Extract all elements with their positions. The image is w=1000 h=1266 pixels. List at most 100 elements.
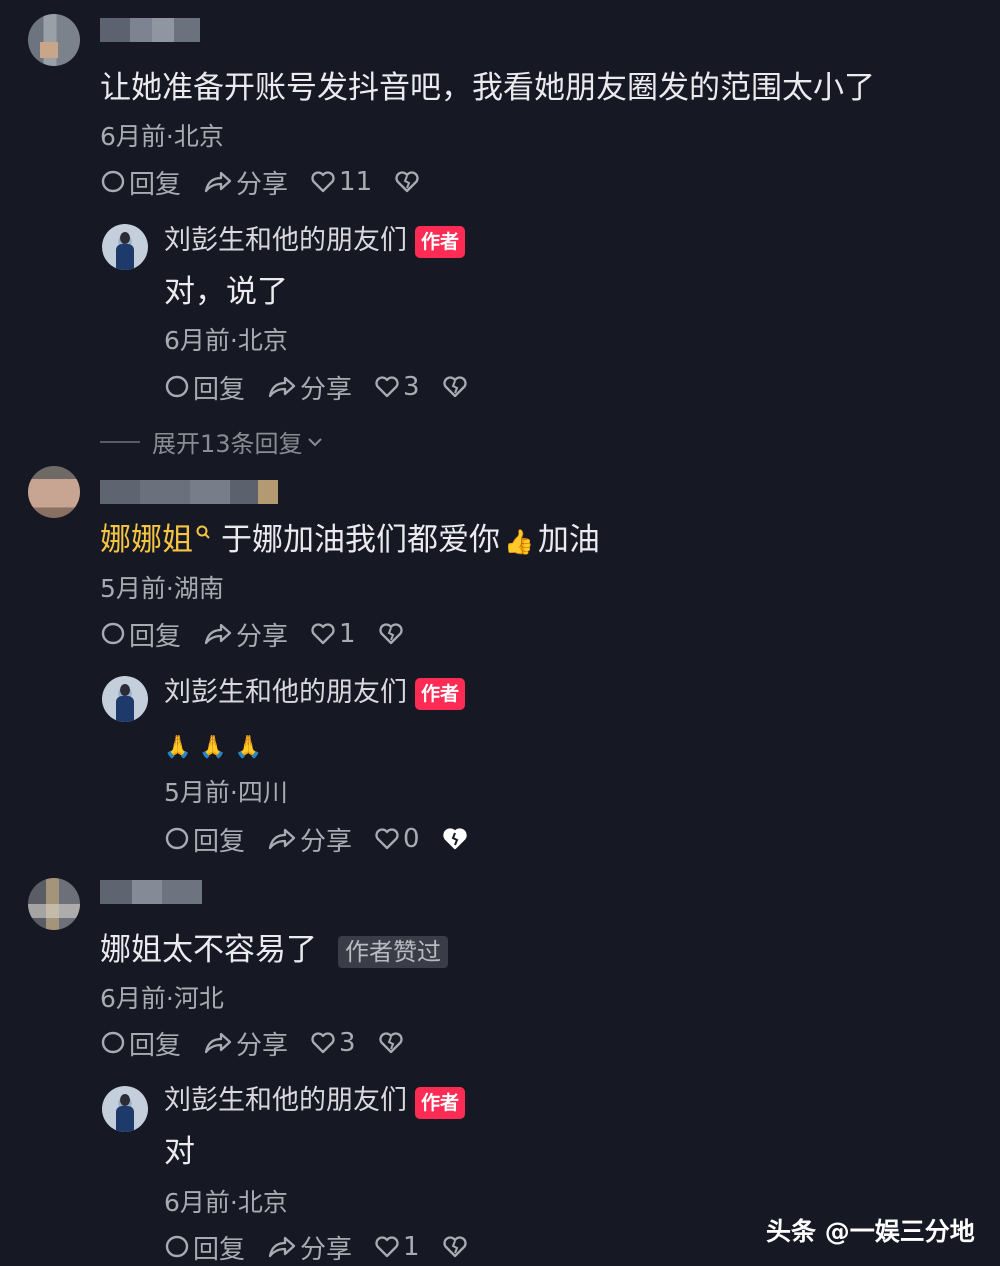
reply-author-name[interactable]: 刘彭生和他的朋友们 bbox=[164, 224, 407, 258]
broken-heart-icon bbox=[395, 171, 419, 193]
reply-label: 回复 bbox=[193, 374, 246, 405]
reply-button[interactable]: 回复 bbox=[100, 616, 181, 653]
reply-label: 回复 bbox=[129, 621, 182, 652]
share-button[interactable]: 分享 bbox=[267, 1229, 352, 1266]
comment-actions: 回复 分享 11 bbox=[100, 164, 445, 201]
reply-actions: 回复 分享 3 bbox=[164, 369, 493, 406]
author-badge: 作者 bbox=[415, 678, 466, 710]
expand-replies-button[interactable]: 展开13条回复 bbox=[100, 424, 324, 459]
heart-icon bbox=[375, 376, 399, 398]
share-label: 分享 bbox=[236, 621, 289, 652]
reply-meta: 6月前·北京 bbox=[164, 326, 288, 355]
heart-icon bbox=[375, 1236, 399, 1258]
heart-icon bbox=[311, 1032, 335, 1054]
like-count: 0 bbox=[403, 824, 420, 854]
comment-avatar[interactable] bbox=[28, 14, 80, 66]
share-icon bbox=[204, 623, 232, 645]
dislike-button[interactable] bbox=[442, 1235, 471, 1259]
comment-avatar[interactable] bbox=[28, 878, 80, 930]
reply-button[interactable]: 回复 bbox=[164, 821, 245, 858]
reply-button[interactable]: 回复 bbox=[100, 1025, 181, 1062]
comment-meta: 6月前·北京 bbox=[100, 122, 224, 151]
reply-icon bbox=[101, 1031, 125, 1054]
share-label: 分享 bbox=[236, 1030, 289, 1061]
dislike-button[interactable] bbox=[442, 827, 471, 851]
watermark: 头条 @一娱三分地 bbox=[766, 1217, 975, 1246]
like-count: 11 bbox=[339, 167, 373, 197]
share-icon bbox=[268, 828, 296, 850]
reply-meta: 5月前·四川 bbox=[164, 778, 288, 807]
commenter-name-blurred[interactable] bbox=[100, 880, 208, 904]
broken-heart-icon bbox=[378, 1032, 403, 1054]
author-avatar[interactable] bbox=[102, 676, 148, 722]
author-avatar[interactable] bbox=[102, 1086, 148, 1132]
dislike-button[interactable] bbox=[378, 1031, 407, 1055]
thumbs-up-icon: 👍 bbox=[504, 528, 534, 556]
share-icon bbox=[204, 1032, 232, 1054]
divider-line bbox=[100, 440, 140, 443]
author-badge: 作者 bbox=[415, 226, 466, 258]
reply-icon bbox=[165, 827, 189, 850]
search-icon bbox=[196, 525, 210, 539]
heart-icon bbox=[375, 828, 399, 850]
author-liked-tag: 作者赞过 bbox=[338, 936, 448, 968]
reply-author-name[interactable]: 刘彭生和他的朋友们 bbox=[164, 1084, 407, 1118]
share-button[interactable]: 分享 bbox=[267, 821, 352, 858]
expand-replies-label: 展开13条回复 bbox=[152, 430, 303, 458]
comment-avatar[interactable] bbox=[28, 466, 80, 518]
reply-label: 回复 bbox=[129, 1030, 182, 1061]
reply-actions: 回复 分享 0 bbox=[164, 821, 493, 858]
comment-text-tail: 加油 bbox=[537, 522, 600, 558]
like-count: 1 bbox=[339, 619, 356, 649]
share-label: 分享 bbox=[300, 1234, 353, 1265]
like-count: 3 bbox=[403, 372, 420, 402]
dislike-button[interactable] bbox=[442, 375, 471, 399]
reply-label: 回复 bbox=[193, 826, 246, 857]
broken-heart-icon bbox=[442, 828, 467, 850]
mention-name[interactable]: 娜娜姐 bbox=[100, 522, 193, 558]
reply-actions: 回复 分享 1 bbox=[164, 1229, 493, 1266]
share-icon bbox=[268, 376, 296, 398]
reply-label: 回复 bbox=[129, 169, 182, 200]
comment-text: 让她准备开账号发抖音吧，我看她朋友圈发的范围太小了 bbox=[100, 70, 875, 106]
share-button[interactable]: 分享 bbox=[203, 164, 288, 201]
reply-icon bbox=[101, 622, 125, 645]
comment-meta: 6月前·河北 bbox=[100, 984, 224, 1013]
dislike-button[interactable] bbox=[378, 622, 407, 646]
like-button[interactable]: 1 bbox=[310, 619, 356, 649]
like-button[interactable]: 1 bbox=[374, 1232, 420, 1262]
heart-icon bbox=[311, 623, 335, 645]
like-button[interactable]: 11 bbox=[310, 167, 372, 197]
reply-meta: 6月前·北京 bbox=[164, 1188, 288, 1217]
reply-button[interactable]: 回复 bbox=[100, 164, 181, 201]
share-label: 分享 bbox=[236, 169, 289, 200]
share-button[interactable]: 分享 bbox=[203, 1025, 288, 1062]
share-button[interactable]: 分享 bbox=[267, 369, 352, 406]
share-label: 分享 bbox=[300, 374, 353, 405]
reply-button[interactable]: 回复 bbox=[164, 1229, 245, 1266]
like-button[interactable]: 0 bbox=[374, 824, 420, 854]
author-avatar[interactable] bbox=[102, 224, 148, 270]
like-button[interactable]: 3 bbox=[310, 1028, 356, 1058]
like-button[interactable]: 3 bbox=[374, 372, 420, 402]
commenter-name-blurred[interactable] bbox=[100, 18, 200, 42]
reply-author-name[interactable]: 刘彭生和他的朋友们 bbox=[164, 676, 407, 710]
reply-icon bbox=[165, 375, 189, 398]
reply-text: 对 bbox=[164, 1134, 195, 1170]
reply-icon bbox=[101, 170, 125, 193]
reply-text: 对，说了 bbox=[164, 274, 288, 310]
comment-actions: 回复 分享 3 bbox=[100, 1025, 429, 1062]
comment-text-line: 娜娜姐 于娜加油我们都爱你 👍 加油 bbox=[100, 520, 600, 562]
like-count: 3 bbox=[339, 1028, 356, 1058]
broken-heart-icon bbox=[378, 623, 403, 645]
share-icon bbox=[268, 1236, 296, 1258]
commenter-name-blurred[interactable] bbox=[100, 480, 278, 504]
like-count: 1 bbox=[403, 1232, 420, 1262]
chevron-down-icon bbox=[307, 437, 322, 446]
author-badge: 作者 bbox=[415, 1087, 466, 1119]
broken-heart-icon bbox=[442, 376, 467, 398]
share-button[interactable]: 分享 bbox=[203, 616, 288, 653]
comment-text: 娜姐太不容易了 bbox=[100, 932, 317, 968]
reply-button[interactable]: 回复 bbox=[164, 369, 245, 406]
dislike-button[interactable] bbox=[394, 170, 423, 194]
